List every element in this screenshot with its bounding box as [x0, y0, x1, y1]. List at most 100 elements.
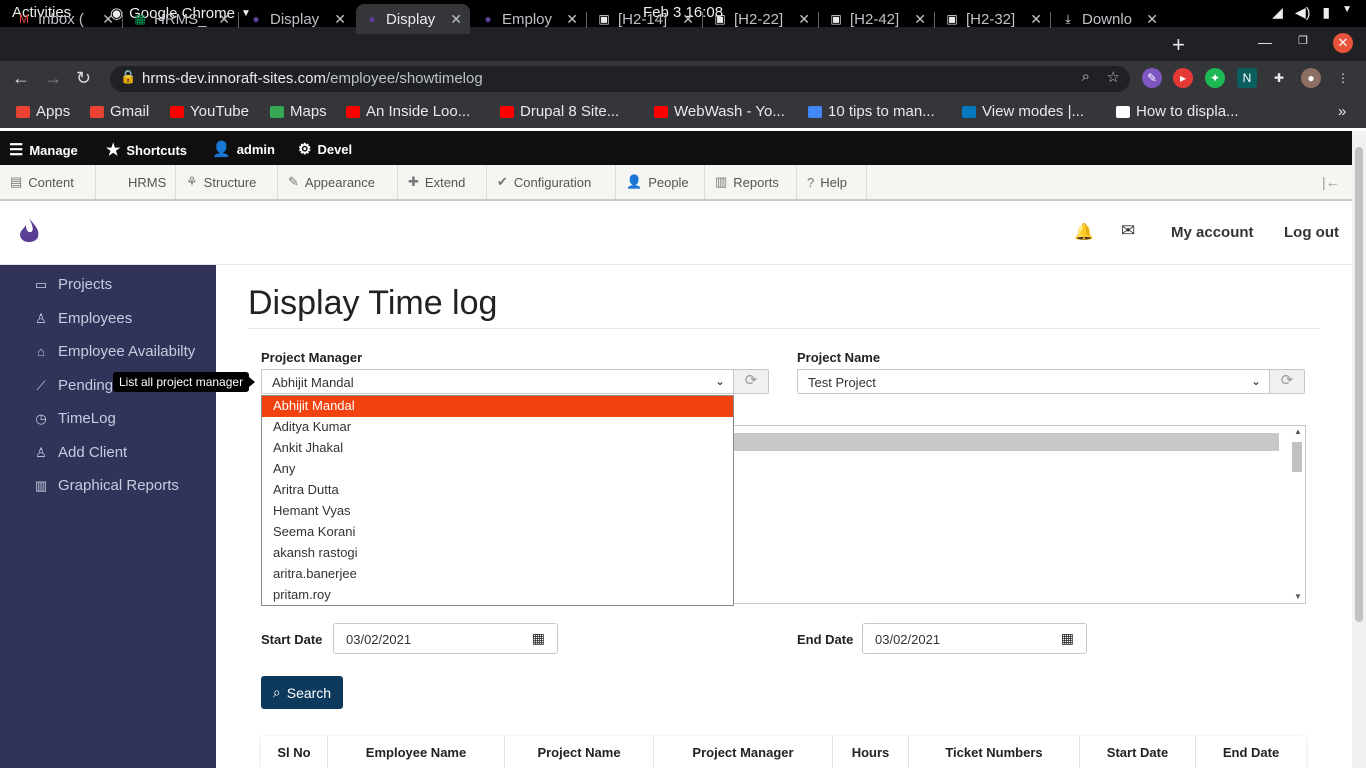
- close-tab-icon[interactable]: ✕: [334, 11, 346, 28]
- calendar-icon[interactable]: ▦: [532, 630, 545, 647]
- tab-5[interactable]: ● Employ ✕: [472, 4, 586, 34]
- system-tray[interactable]: ◢ ◀) ▮ ▼: [1272, 4, 1352, 21]
- extension-green-icon[interactable]: ✦: [1205, 68, 1225, 88]
- table-header-cell[interactable]: Project Manager: [654, 736, 833, 768]
- mail-icon[interactable]: ✉: [1121, 221, 1135, 241]
- admin-tray-people[interactable]: 👤 People: [616, 165, 705, 199]
- sidebar-item-7[interactable]: ▥ Graphical Reports: [34, 477, 179, 494]
- sidebar-item-3[interactable]: ⌂ Employee Availabilty: [34, 343, 195, 360]
- admin-tray-reports[interactable]: ▥ Reports: [705, 165, 797, 199]
- scroll-down-icon[interactable]: ▼: [1294, 592, 1302, 601]
- table-header-cell[interactable]: Employee Name: [328, 736, 505, 768]
- collapse-tray-icon[interactable]: |←: [1322, 174, 1340, 190]
- listbox-scrollbar[interactable]: ▲ ▼: [1291, 426, 1305, 603]
- zoom-icon[interactable]: ⌕: [1082, 68, 1090, 85]
- page-scrollbar[interactable]: [1352, 131, 1366, 768]
- tab-8[interactable]: ▣ [H2-42] ✕: [820, 4, 934, 34]
- close-tab-icon[interactable]: ✕: [798, 11, 810, 28]
- bookmark-1[interactable]: Apps: [16, 103, 70, 120]
- project-manager-refresh-button[interactable]: ⟳: [733, 369, 769, 394]
- shortcuts-tab[interactable]: ★ Shortcuts: [106, 140, 187, 160]
- listbox-scroll-thumb[interactable]: [1292, 442, 1302, 472]
- dropdown-option[interactable]: Aditya Kumar: [262, 417, 733, 438]
- admin-tray-help[interactable]: ? Help: [797, 165, 867, 199]
- admin-tray-extend[interactable]: ✚ Extend: [398, 165, 487, 199]
- bookmark-star-icon[interactable]: ☆: [1107, 68, 1120, 86]
- extension-n-icon[interactable]: N: [1237, 68, 1257, 88]
- dropdown-option[interactable]: pritam.roy: [262, 585, 733, 606]
- address-bar[interactable]: 🔒 hrms-dev.innoraft-sites.com/employee/s…: [110, 66, 1130, 92]
- tab-7[interactable]: ▣ [H2-22] ✕: [704, 4, 818, 34]
- close-tab-icon[interactable]: ✕: [1146, 11, 1158, 28]
- dropdown-option[interactable]: Aritra Dutta: [262, 480, 733, 501]
- admin-tray-content[interactable]: ▤ Content: [0, 165, 96, 199]
- dropdown-option[interactable]: aritra.banerjee: [262, 564, 733, 585]
- dropdown-option[interactable]: Hemant Vyas: [262, 501, 733, 522]
- sidebar-item-4[interactable]: ⟋ Pending: [34, 377, 113, 394]
- table-header-cell[interactable]: Ticket Numbers: [909, 736, 1080, 768]
- table-header-cell[interactable]: Sl No: [261, 736, 328, 768]
- close-window-button[interactable]: ✕: [1333, 33, 1353, 53]
- search-button[interactable]: ⌕ Search: [261, 676, 343, 709]
- forward-icon[interactable]: →: [44, 68, 62, 89]
- end-date-input[interactable]: 03/02/2021 ▦: [862, 623, 1087, 654]
- sidebar-item-6[interactable]: ♙ Add Client: [34, 444, 127, 461]
- bookmark-3[interactable]: YouTube: [170, 103, 249, 120]
- admin-tray-structure[interactable]: ⚘ Structure: [176, 165, 278, 199]
- employee-listbox[interactable]: ▲ ▼: [733, 425, 1306, 604]
- sidebar-item-2[interactable]: ♙ Employees: [34, 310, 132, 327]
- close-tab-icon[interactable]: ✕: [218, 11, 230, 28]
- back-icon[interactable]: ←: [12, 68, 30, 89]
- minimize-button[interactable]: —: [1258, 34, 1272, 50]
- page-scroll-thumb[interactable]: [1355, 147, 1363, 622]
- table-header-cell[interactable]: Project Name: [505, 736, 654, 768]
- calendar-icon[interactable]: ▦: [1061, 630, 1074, 647]
- my-account-link[interactable]: My account: [1171, 224, 1254, 241]
- reload-icon[interactable]: ↻: [76, 68, 91, 89]
- project-name-select[interactable]: Test Project ⌄: [797, 369, 1270, 394]
- bookmark-2[interactable]: Gmail: [90, 103, 149, 120]
- close-tab-icon[interactable]: ✕: [450, 11, 462, 28]
- tab-4[interactable]: ● Display ✕: [356, 4, 470, 34]
- admin-tray-appearance[interactable]: ✎ Appearance: [278, 165, 398, 199]
- manage-tab[interactable]: ☰ Manage: [9, 140, 78, 160]
- new-tab-button[interactable]: +: [1172, 32, 1185, 58]
- admin-tray-configuration[interactable]: ✔ Configuration: [487, 165, 616, 199]
- dropdown-option[interactable]: Ankit Jhakal: [262, 438, 733, 459]
- start-date-input[interactable]: 03/02/2021 ▦: [333, 623, 558, 654]
- close-tab-icon[interactable]: ✕: [102, 11, 114, 28]
- close-tab-icon[interactable]: ✕: [682, 11, 694, 28]
- extension-record-icon[interactable]: ▸: [1173, 68, 1193, 88]
- table-header-cell[interactable]: End Date: [1196, 736, 1306, 768]
- profile-avatar[interactable]: ●: [1301, 68, 1321, 88]
- bookmark-5[interactable]: An Inside Loo...: [346, 103, 470, 120]
- extensions-puzzle-icon[interactable]: ✚: [1269, 68, 1289, 88]
- bookmarks-overflow-icon[interactable]: »: [1338, 103, 1346, 120]
- project-name-refresh-button[interactable]: ⟳: [1269, 369, 1305, 394]
- logout-link[interactable]: Log out: [1284, 224, 1339, 241]
- dropdown-option[interactable]: Abhijit Mandal: [262, 396, 733, 417]
- tab-3[interactable]: ● Display ✕: [240, 4, 354, 34]
- chrome-menu-icon[interactable]: ⋮: [1333, 68, 1353, 88]
- notification-bell-icon[interactable]: 🔔: [1074, 222, 1094, 242]
- listbox-selected-row[interactable]: [734, 433, 1279, 451]
- dropdown-option[interactable]: Any: [262, 459, 733, 480]
- table-header-cell[interactable]: Hours: [833, 736, 909, 768]
- bookmark-8[interactable]: 10 tips to man...: [808, 103, 935, 120]
- bookmark-7[interactable]: WebWash - Yo...: [654, 103, 785, 120]
- scroll-up-icon[interactable]: ▲: [1294, 427, 1302, 436]
- tab-6[interactable]: ▣ [H2-14] ✕: [588, 4, 702, 34]
- maximize-button[interactable]: ❐: [1298, 34, 1308, 47]
- project-manager-select[interactable]: Abhijit Mandal ⌄: [261, 369, 734, 394]
- bookmark-9[interactable]: View modes |...: [962, 103, 1084, 120]
- dropdown-option[interactable]: Seema Korani: [262, 522, 733, 543]
- sidebar-item-5[interactable]: ◷ TimeLog: [34, 410, 115, 427]
- dropdown-option[interactable]: akansh rastogi: [262, 543, 733, 564]
- close-tab-icon[interactable]: ✕: [914, 11, 926, 28]
- extension-feather-icon[interactable]: ✎: [1142, 68, 1162, 88]
- bookmark-6[interactable]: Drupal 8 Site...: [500, 103, 619, 120]
- site-logo[interactable]: [16, 217, 42, 245]
- tab-9[interactable]: ▣ [H2-32] ✕: [936, 4, 1050, 34]
- bookmark-4[interactable]: Maps: [270, 103, 327, 120]
- tab-10[interactable]: ⤓ Downlo ✕: [1052, 4, 1166, 34]
